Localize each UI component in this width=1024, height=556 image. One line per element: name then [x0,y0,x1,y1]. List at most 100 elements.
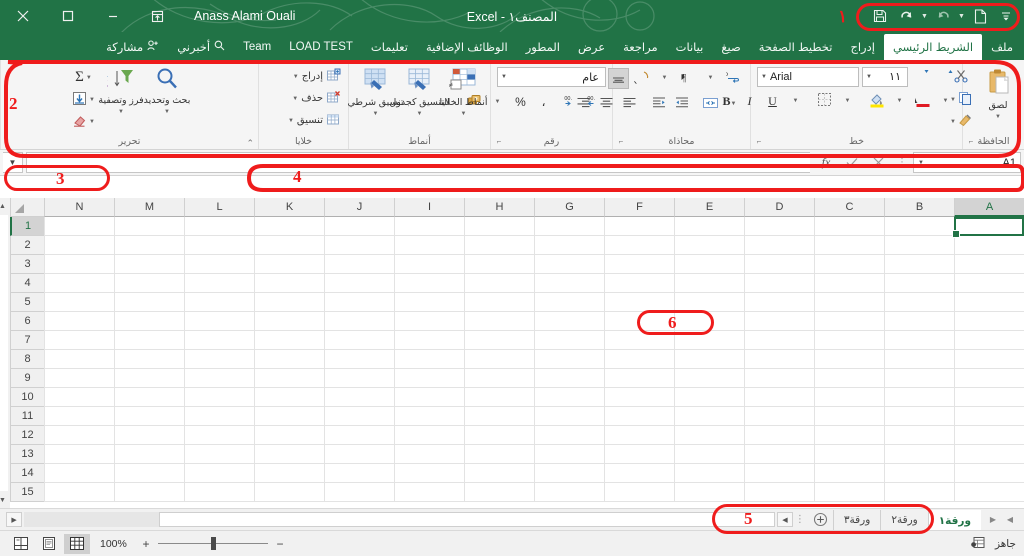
cell-G5[interactable] [534,293,604,312]
cell-B9[interactable] [884,369,954,388]
tab-file[interactable]: ملف [982,34,1022,60]
orientation-dropdown-caret[interactable]: ▼ [654,68,675,89]
scroll-up-icon[interactable]: ▲ [0,198,11,214]
cell-D10[interactable] [744,388,814,407]
cell-G11[interactable] [534,407,604,426]
scroll-left-icon[interactable]: ▶ [6,512,22,527]
tab-insert[interactable]: إدراج [841,34,884,60]
row-header-12[interactable]: 12 [10,426,44,445]
cell-E10[interactable] [674,388,744,407]
zoom-slider-track[interactable] [158,537,268,550]
number-format-caret-icon[interactable]: ▼ [501,74,507,80]
cell-L8[interactable] [184,350,254,369]
cell-E9[interactable] [674,369,744,388]
cell-A3[interactable] [954,255,1024,274]
cell-C7[interactable] [814,331,884,350]
cell-E1[interactable] [674,217,744,236]
cell-I9[interactable] [394,369,464,388]
cell-F2[interactable] [604,236,674,255]
font-name-combo[interactable]: Arial ▼ [757,66,859,87]
cell-H8[interactable] [464,350,534,369]
cell-L12[interactable] [184,426,254,445]
formula-input[interactable] [26,152,810,173]
cell-H4[interactable] [464,274,534,293]
cell-A15[interactable] [954,483,1024,502]
cell-E15[interactable] [674,483,744,502]
cell-E14[interactable] [674,464,744,483]
cell-M4[interactable] [114,274,184,293]
clear-button[interactable]: ▼ [70,111,97,132]
font-size-combo[interactable]: ١١ ▼ [862,66,908,87]
tab-help[interactable]: تعليمات [362,34,417,60]
merge-and-center-button[interactable] [700,94,721,115]
sort-filter-button[interactable]: A Z فرز وتصفية ▼ [98,65,143,117]
cell-F15[interactable] [604,483,674,502]
sheet-tab-2[interactable]: ورقة٢ [880,509,927,531]
select-all-button[interactable] [10,198,44,217]
fill-color-button[interactable] [866,91,887,112]
cell-K2[interactable] [254,236,324,255]
horizontal-scrollbar[interactable]: ⋮ ◀ ▶ [2,512,809,527]
ribbon-collapse-icon[interactable]: ⌃ [246,138,254,149]
name-box[interactable]: A1 ▼ [913,152,1021,173]
cell-F5[interactable] [604,293,674,312]
column-header-L[interactable]: L [184,198,254,217]
underline-dropdown-caret[interactable]: ▼ [785,91,806,112]
cell-E8[interactable] [674,350,744,369]
orientation-button[interactable]: ab [625,68,652,90]
enter-check-icon[interactable] [839,152,865,173]
cell-N10[interactable] [44,388,114,407]
cell-E12[interactable] [674,426,744,445]
align-left-button[interactable] [619,94,640,115]
cell-G10[interactable] [534,388,604,407]
conditional-formatting-dropdown-caret-icon[interactable]: ▼ [373,111,379,118]
column-header-M[interactable]: M [114,198,184,217]
cell-L3[interactable] [184,255,254,274]
cell-B14[interactable] [884,464,954,483]
cell-H6[interactable] [464,312,534,331]
cell-K8[interactable] [254,350,324,369]
fill-color-dropdown-caret[interactable]: ▼ [889,91,910,112]
user-name[interactable]: Anass Alami Ouali [194,9,295,23]
row-header-5[interactable]: 5 [10,293,44,312]
next-sheet-icon[interactable]: ◀ [1002,511,1018,529]
cell-B6[interactable] [884,312,954,331]
increase-decimal-button[interactable]: .00 [585,92,606,113]
cell-M7[interactable] [114,331,184,350]
cell-C2[interactable] [814,236,884,255]
cell-C11[interactable] [814,407,884,426]
cell-J6[interactable] [324,312,394,331]
column-header-A[interactable]: A [954,198,1024,217]
column-header-K[interactable]: K [254,198,324,217]
cell-A2[interactable] [954,236,1024,255]
number-format-combo[interactable]: عام ▼ [497,67,606,87]
cell-A13[interactable] [954,445,1024,464]
cell-J15[interactable] [324,483,394,502]
cell-K12[interactable] [254,426,324,445]
cell-J14[interactable] [324,464,394,483]
cell-C10[interactable] [814,388,884,407]
undo-dropdown-caret-icon[interactable]: ▼ [920,13,929,20]
cell-L9[interactable] [184,369,254,388]
cell-L13[interactable] [184,445,254,464]
cell-N11[interactable] [44,407,114,426]
font-color-button[interactable]: A [909,91,933,112]
cell-I8[interactable] [394,350,464,369]
cell-G4[interactable] [534,274,604,293]
cell-M5[interactable] [114,293,184,312]
cell-A9[interactable] [954,369,1024,388]
cell-J8[interactable] [324,350,394,369]
cell-L4[interactable] [184,274,254,293]
cell-G9[interactable] [534,369,604,388]
delete-cells-dropdown-caret-icon[interactable]: ▼ [292,96,298,102]
row-header-7[interactable]: 7 [10,331,44,350]
cell-D13[interactable] [744,445,814,464]
cell-styles-dropdown-caret-icon[interactable]: ▼ [461,111,467,118]
column-header-B[interactable]: B [884,198,954,217]
tab-view[interactable]: عرض [569,34,614,60]
tab-formulas[interactable]: صيغ [712,34,749,60]
cell-F1[interactable] [604,217,674,236]
tab-data[interactable]: بيانات [667,34,713,60]
undo-icon[interactable] [931,3,955,29]
row-header-3[interactable]: 3 [10,255,44,274]
